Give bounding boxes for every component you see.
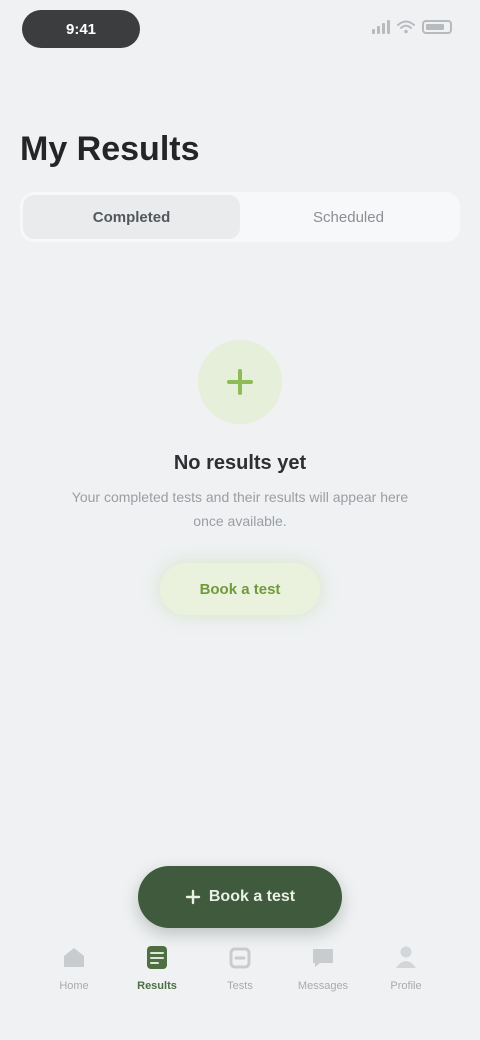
- page-title: My Results: [20, 130, 200, 168]
- status-time: 9:41: [22, 10, 140, 48]
- signal-icon: [372, 20, 390, 34]
- fab-label: Book a test: [208, 888, 296, 905]
- nav-item-results[interactable]: Results: [121, 940, 193, 992]
- nav-item-tests[interactable]: Tests: [204, 940, 276, 992]
- empty-state: No results yet Your completed tests and …: [40, 340, 440, 615]
- plus-icon: [185, 889, 201, 905]
- empty-state-title: No results yet: [173, 452, 307, 474]
- nav-label-profile: Profile: [390, 980, 422, 992]
- wifi-icon: [397, 20, 415, 34]
- profile-icon: [396, 946, 416, 968]
- nav-label-messages: Messages: [297, 980, 349, 992]
- home-icon: [64, 948, 84, 967]
- empty-state-icon-wrap: [198, 340, 282, 424]
- bottom-nav: Home Results Tests Messages Profile: [38, 940, 442, 1020]
- tab-scheduled[interactable]: Scheduled: [240, 195, 457, 239]
- status-icons: [372, 20, 452, 34]
- nav-item-messages[interactable]: Messages: [287, 940, 359, 992]
- tab-completed[interactable]: Completed: [23, 195, 240, 239]
- book-test-fab[interactable]: Book a test: [138, 866, 342, 928]
- message-icon: [313, 949, 333, 967]
- plus-icon: [227, 369, 253, 395]
- nav-item-profile[interactable]: Profile: [370, 940, 442, 992]
- empty-state-action-button[interactable]: Book a test: [160, 563, 320, 615]
- empty-state-description: Your completed tests and their results w…: [71, 489, 409, 529]
- tests-icon: [229, 947, 251, 969]
- results-icon: [147, 946, 167, 969]
- nav-label-home: Home: [59, 980, 89, 992]
- results-tabs: Completed Scheduled: [20, 192, 460, 242]
- battery-icon: [422, 20, 452, 34]
- status-bar: 9:41: [0, 0, 480, 64]
- nav-label-results: Results: [137, 980, 177, 992]
- nav-label-tests: Tests: [227, 980, 253, 992]
- nav-item-home[interactable]: Home: [38, 940, 110, 992]
